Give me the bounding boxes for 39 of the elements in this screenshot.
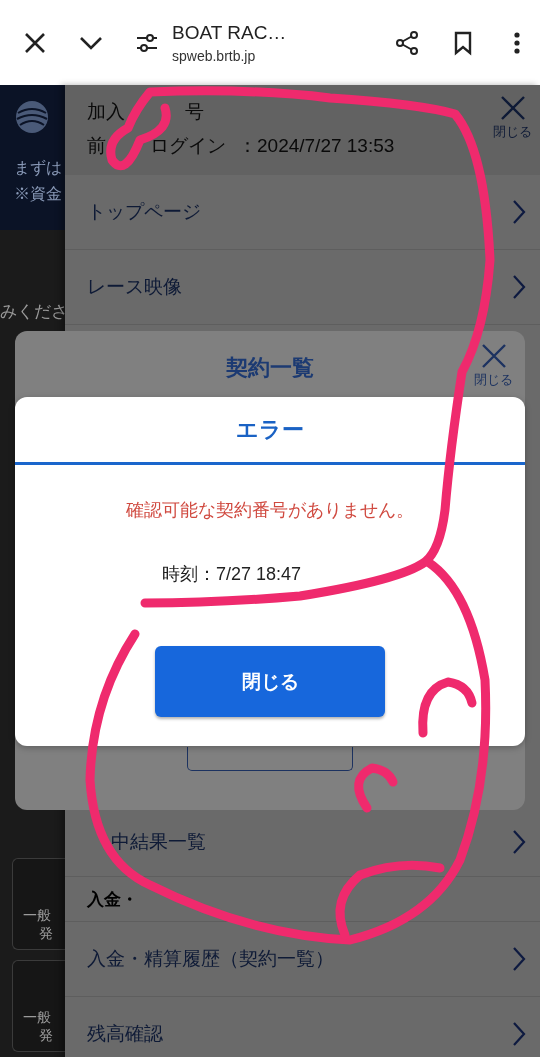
last-login-label: ログイン (150, 134, 226, 158)
outline-button[interactable] (187, 747, 353, 771)
logo-icon (14, 99, 50, 135)
chevron-right-icon (512, 828, 526, 855)
close-button[interactable]: 閉じる (493, 95, 532, 141)
close-button[interactable]: 閉じる (474, 343, 513, 389)
share-button[interactable] (394, 28, 420, 57)
error-time: 時刻：7/27 18:47 (162, 563, 302, 586)
dialog-title: エラー (236, 415, 304, 444)
chevron-right-icon (512, 946, 526, 972)
race-card[interactable]: 一般 発 (12, 858, 65, 950)
close-icon (499, 95, 526, 121)
member-label: 加入 (87, 100, 125, 124)
menu-item[interactable]: 入金・精算履歴（契約一覧） (65, 922, 540, 997)
chevron-right-icon (512, 199, 526, 225)
menu-item[interactable]: 残高確認 (65, 997, 540, 1057)
card-label: 一般 (23, 907, 52, 925)
card-label: 一般 (23, 1009, 52, 1027)
more-icon (514, 29, 520, 56)
share-icon (394, 29, 420, 56)
close-icon (480, 343, 507, 369)
last-login-label: 前 (87, 134, 106, 158)
member-label: 号 (185, 100, 204, 124)
menu-item[interactable]: レース映像 (65, 250, 540, 325)
last-login-value: ：2024/7/27 13:53 (238, 134, 395, 158)
card-label: 発 (39, 1027, 54, 1045)
close-button[interactable]: 閉じる (155, 646, 385, 717)
modal-title: 契約一覧 (226, 354, 314, 382)
page-title: BOAT RAC… (172, 21, 288, 44)
menu-item[interactable]: トップページ (65, 175, 540, 250)
error-message: 確認可能な契約番号がありません。 (126, 499, 414, 522)
page-url: spweb.brtb.jp (172, 47, 257, 64)
section-heading: 入金・ (87, 888, 138, 911)
chevron-right-icon (512, 1021, 526, 1047)
header-text: ※資金 (14, 184, 63, 204)
chevron-right-icon (512, 274, 526, 300)
race-card[interactable]: 一般 発 (12, 960, 65, 1052)
header-text: まずは (14, 158, 63, 178)
card-label: 発 (39, 925, 54, 943)
